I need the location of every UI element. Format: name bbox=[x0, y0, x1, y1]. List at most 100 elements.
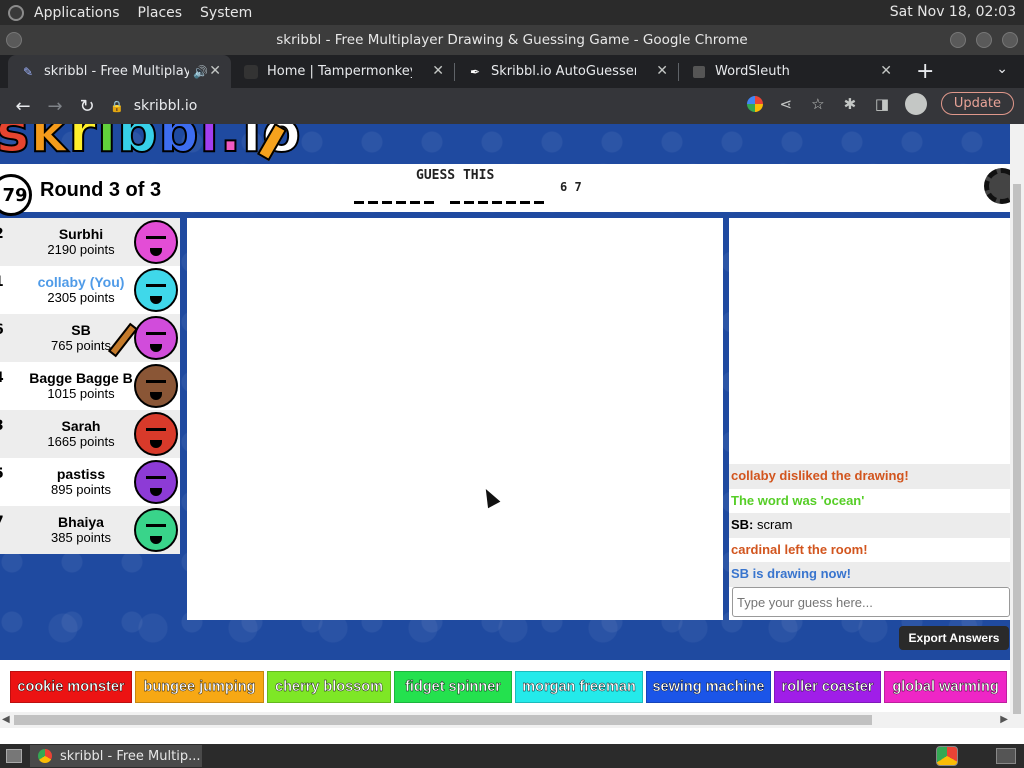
player-row[interactable]: 3 Sarah1665 points bbox=[0, 410, 180, 458]
chat-text: scram bbox=[757, 517, 793, 532]
menu-applications[interactable]: Applications bbox=[34, 5, 120, 21]
word-choice-button[interactable]: sewing machine bbox=[646, 671, 771, 703]
word-choice-button[interactable]: global warming bbox=[884, 671, 1007, 703]
chat-message: collaby disliked the drawing! bbox=[729, 464, 1010, 489]
close-tab-icon[interactable]: ✕ bbox=[880, 63, 892, 79]
maximize-button[interactable] bbox=[976, 32, 992, 48]
share-icon[interactable]: ⋖ bbox=[777, 95, 795, 113]
word-choices: cookie monster bungee jumping cherry bloss… bbox=[10, 671, 1007, 703]
close-window-button[interactable] bbox=[1002, 32, 1018, 48]
player-avatar bbox=[134, 316, 178, 360]
menu-system[interactable]: System bbox=[200, 5, 252, 21]
taskbar-chrome-window[interactable]: skribbl - Free Multip... bbox=[30, 745, 202, 767]
word-choice-button[interactable]: fidget spinner bbox=[394, 671, 512, 703]
player-list: 2 Surbhi2190 points 1 collaby (You)2305 poi… bbox=[0, 218, 180, 554]
speaker-icon[interactable]: 🔊 bbox=[193, 65, 208, 79]
new-tab-icon[interactable]: + bbox=[916, 59, 934, 84]
player-row[interactable]: 7 Bhaiya385 points bbox=[0, 506, 180, 554]
avatar-eyes bbox=[146, 524, 166, 530]
word-choices-bar: cookie monster bungee jumping cherry bloss… bbox=[0, 660, 1010, 712]
player-points: 385 points bbox=[51, 530, 111, 545]
menu-places[interactable]: Places bbox=[138, 5, 183, 21]
tab-title: skribbl - Free Multiplayer Drawing & Gue… bbox=[44, 64, 189, 79]
scroll-right-icon[interactable]: ▶ bbox=[1000, 714, 1008, 725]
hint-letter-slot bbox=[534, 186, 544, 204]
chat-message: SB: scram bbox=[729, 513, 1010, 538]
hint-letter-slot bbox=[450, 186, 460, 204]
hint-word bbox=[450, 186, 544, 204]
extensions-puzzle-icon[interactable]: ✱ bbox=[841, 95, 859, 113]
player-name: collaby (You) bbox=[37, 274, 125, 290]
word-choice-button[interactable]: morgan freeman bbox=[515, 671, 643, 703]
panel-clock[interactable]: Sat Nov 18, 02:03 bbox=[890, 4, 1016, 20]
side-panel-icon[interactable]: ◨ bbox=[873, 95, 891, 113]
google-icon[interactable] bbox=[746, 95, 763, 112]
player-info: Bagge Bagge B 1015 points bbox=[16, 370, 146, 401]
player-avatar bbox=[134, 268, 178, 312]
player-row[interactable]: 2 Surbhi2190 points bbox=[0, 218, 180, 266]
skribbl-logo[interactable]: skribbl.io bbox=[0, 124, 302, 166]
window-menu-button[interactable] bbox=[6, 32, 22, 48]
minimize-button[interactable] bbox=[950, 32, 966, 48]
player-name: Bhaiya bbox=[58, 514, 104, 530]
avatar-mouth bbox=[150, 440, 162, 448]
chat-guess-input[interactable] bbox=[732, 587, 1010, 617]
chat-text: The word was 'ocean' bbox=[731, 492, 865, 508]
vertical-scrollbar[interactable] bbox=[1010, 124, 1024, 728]
tab-title: Home | Tampermonkey bbox=[267, 64, 412, 79]
profile-avatar-icon[interactable] bbox=[904, 92, 927, 115]
vertical-scroll-thumb[interactable] bbox=[1013, 184, 1021, 714]
player-rank: 5 bbox=[0, 466, 4, 482]
player-row[interactable]: 1 collaby (You)2305 points bbox=[0, 266, 180, 314]
chat-message: cardinal left the room! bbox=[729, 538, 1010, 563]
chat-message: The word was 'ocean' bbox=[729, 489, 1010, 514]
close-tab-icon[interactable]: ✕ bbox=[209, 63, 221, 79]
player-row[interactable]: 4 Bagge Bagge B1015 points bbox=[0, 362, 180, 410]
hint-letter-slot bbox=[492, 186, 502, 204]
mouse-cursor-icon bbox=[479, 485, 501, 509]
player-row[interactable]: 6SB765 points bbox=[0, 314, 180, 362]
horizontal-scroll-thumb[interactable] bbox=[14, 715, 872, 725]
workspace-switcher-icon[interactable] bbox=[996, 748, 1016, 764]
horizontal-scrollbar[interactable]: ◀ ▶ bbox=[0, 712, 1010, 728]
player-rank: 7 bbox=[0, 514, 4, 530]
word-choice-button[interactable]: bungee jumping bbox=[135, 671, 264, 703]
window-title: skribbl - Free Multiplayer Drawing & Gue… bbox=[276, 32, 748, 48]
chevron-down-icon[interactable]: ⌄ bbox=[996, 61, 1008, 77]
word-choice-button[interactable]: roller coaster bbox=[774, 671, 881, 703]
forward-arrow-icon[interactable]: → bbox=[46, 96, 64, 117]
tab-wordsleuth[interactable]: WordSleuth ✕ bbox=[679, 55, 902, 88]
tab-title: WordSleuth bbox=[715, 64, 790, 79]
player-rank: 2 bbox=[0, 226, 4, 242]
scroll-left-icon[interactable]: ◀ bbox=[2, 714, 10, 725]
update-button[interactable]: Update bbox=[940, 92, 1014, 115]
player-rank: 4 bbox=[0, 370, 4, 386]
distro-logo-icon[interactable] bbox=[8, 4, 24, 21]
avatar-mouth bbox=[150, 296, 162, 304]
close-tab-icon[interactable]: ✕ bbox=[432, 63, 444, 79]
export-answers-button[interactable]: Export Answers bbox=[899, 626, 1009, 650]
word-choice-button[interactable]: cherry blossom bbox=[267, 671, 391, 703]
drawing-canvas[interactable] bbox=[187, 218, 723, 620]
word-choice-button[interactable]: cookie monster bbox=[10, 671, 132, 703]
word-hint-slots bbox=[354, 186, 544, 204]
tab-tampermonkey[interactable]: Home | Tampermonkey ✕ bbox=[231, 55, 454, 88]
url-text[interactable]: skribbl.io bbox=[134, 98, 198, 114]
show-desktop-icon[interactable] bbox=[6, 749, 22, 763]
bookmark-star-icon[interactable]: ☆ bbox=[809, 95, 827, 113]
hint-letter-slot bbox=[382, 186, 392, 204]
player-rank: 6 bbox=[0, 322, 4, 338]
chat-text: cardinal left the room! bbox=[731, 541, 868, 557]
tab-autoguesser[interactable]: ✒ Skribbl.io AutoGuesser ✕ bbox=[455, 55, 678, 88]
back-arrow-icon[interactable]: ← bbox=[14, 96, 32, 117]
tray-chrome-icon[interactable] bbox=[936, 746, 958, 766]
player-name: Surbhi bbox=[58, 226, 104, 242]
lock-icon[interactable]: 🔒 bbox=[110, 100, 124, 113]
player-row[interactable]: 5 pastiss895 points bbox=[0, 458, 180, 506]
hint-letter-slot bbox=[354, 186, 364, 204]
toolbar-actions: ⋖ ☆ ✱ ◨ Update bbox=[746, 92, 1014, 115]
tab-skribbl[interactable]: ✎ skribbl - Free Multiplayer Drawing & G… bbox=[8, 55, 231, 88]
page-bottom-gap bbox=[0, 728, 1024, 744]
reload-icon[interactable]: ↻ bbox=[78, 96, 96, 117]
close-tab-icon[interactable]: ✕ bbox=[656, 63, 668, 79]
